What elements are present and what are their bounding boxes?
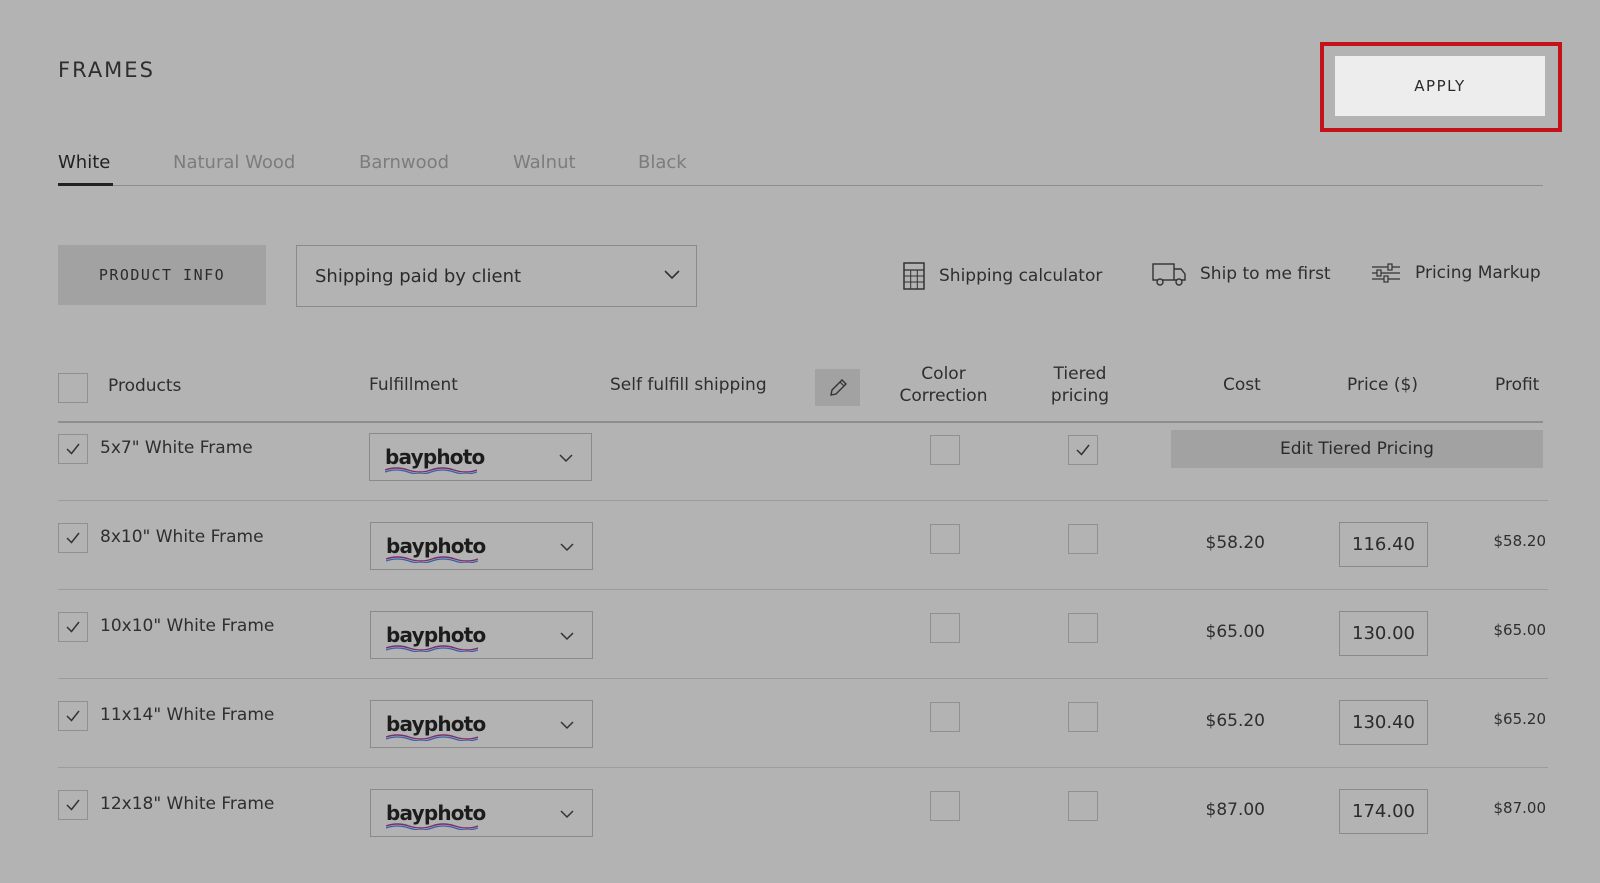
- tiered-pricing-checkbox[interactable]: [1068, 524, 1098, 554]
- fulfillment-vendor-select[interactable]: bayphoto: [370, 611, 593, 659]
- chevron-down-icon: [559, 454, 573, 463]
- profit-value: $87.00: [1493, 799, 1547, 817]
- checkmark-icon: [66, 443, 80, 455]
- header-tiered-pricing-line1: Tiered: [1053, 364, 1107, 384]
- tab-bar: White Natural Wood Barnwood Walnut Black: [58, 150, 1543, 186]
- header-profit: Profit: [1495, 375, 1540, 395]
- color-correction-checkbox[interactable]: [930, 524, 960, 554]
- table-row: 10x10" White Frame bayphoto $65.00 130.0…: [0, 590, 1600, 679]
- profit-value: $65.20: [1493, 710, 1547, 728]
- active-tab-indicator: [58, 183, 113, 186]
- row-select-checkbox[interactable]: [58, 612, 88, 642]
- bayphoto-logo: bayphoto: [385, 445, 485, 474]
- truck-icon: [1152, 263, 1186, 286]
- bayphoto-logo: bayphoto: [386, 801, 486, 830]
- chevron-down-icon: [560, 543, 574, 552]
- header-tiered-pricing: Tiered pricing: [1040, 363, 1120, 407]
- select-all-checkbox[interactable]: [58, 373, 88, 403]
- color-correction-checkbox[interactable]: [930, 702, 960, 732]
- tiered-pricing-checkbox[interactable]: [1068, 613, 1098, 643]
- profit-value: $58.20: [1493, 532, 1547, 550]
- checkmark-icon: [1076, 444, 1090, 456]
- fulfillment-vendor-select[interactable]: bayphoto: [370, 789, 593, 837]
- bayphoto-logo: bayphoto: [386, 534, 486, 563]
- tab-natural-wood[interactable]: Natural Wood: [173, 152, 295, 173]
- header-products: Products: [108, 376, 182, 396]
- edit-tiered-pricing-button[interactable]: Edit Tiered Pricing: [1171, 430, 1543, 468]
- shipping-calculator-label: Shipping calculator: [939, 266, 1103, 286]
- cost-value: $65.00: [1205, 622, 1265, 642]
- color-correction-checkbox[interactable]: [930, 613, 960, 643]
- tab-walnut[interactable]: Walnut: [513, 152, 576, 173]
- checkmark-icon: [66, 621, 80, 633]
- checkmark-icon: [66, 799, 80, 811]
- checkmark-icon: [66, 532, 80, 544]
- tab-barnwood[interactable]: Barnwood: [359, 152, 449, 173]
- pricing-markup-link[interactable]: Pricing Markup: [1371, 262, 1541, 284]
- pencil-icon: [829, 378, 847, 396]
- chevron-down-icon: [560, 721, 574, 730]
- header-color-correction: Color Correction: [896, 363, 991, 407]
- cost-value: $65.20: [1205, 711, 1265, 731]
- chevron-down-icon: [664, 270, 680, 280]
- apply-button[interactable]: APPLY: [1335, 56, 1545, 116]
- header-cost: Cost: [1223, 375, 1261, 395]
- page-title: FRAMES: [58, 58, 155, 82]
- sliders-icon: [1372, 263, 1400, 283]
- row-select-checkbox[interactable]: [58, 790, 88, 820]
- shipping-calculator-link[interactable]: Shipping calculator: [903, 262, 1102, 290]
- cost-value: $58.20: [1205, 533, 1265, 553]
- product-name: 12x18" White Frame: [100, 794, 275, 814]
- row-select-checkbox[interactable]: [58, 434, 88, 464]
- calculator-icon: [903, 262, 925, 290]
- product-name: 10x10" White Frame: [100, 616, 275, 636]
- table-row: 11x14" White Frame bayphoto $65.20 130.4…: [0, 679, 1600, 768]
- tab-white[interactable]: White: [58, 152, 110, 173]
- pricing-markup-label: Pricing Markup: [1415, 263, 1541, 283]
- fulfillment-vendor-select[interactable]: bayphoto: [370, 522, 593, 570]
- tiered-pricing-checkbox[interactable]: [1068, 435, 1098, 465]
- chevron-down-icon: [560, 632, 574, 641]
- color-correction-checkbox[interactable]: [930, 791, 960, 821]
- bayphoto-logo: bayphoto: [386, 712, 486, 741]
- header-tiered-pricing-line2: pricing: [1050, 386, 1110, 406]
- header-color-correction-line2: Correction: [899, 386, 988, 406]
- price-input[interactable]: 174.00: [1339, 789, 1428, 834]
- header-self-fulfill-shipping: Self fulfill shipping: [610, 375, 767, 395]
- price-input[interactable]: 116.40: [1339, 522, 1428, 567]
- price-input[interactable]: 130.40: [1339, 700, 1428, 745]
- cost-value: $87.00: [1205, 800, 1265, 820]
- table-row: 8x10" White Frame bayphoto $58.20 116.40…: [0, 501, 1600, 590]
- chevron-down-icon: [560, 810, 574, 819]
- tiered-pricing-checkbox[interactable]: [1068, 702, 1098, 732]
- table-row: 12x18" White Frame bayphoto $87.00 174.0…: [0, 768, 1600, 857]
- fulfillment-vendor-select[interactable]: bayphoto: [369, 433, 592, 481]
- ship-to-me-first-label: Ship to me first: [1200, 264, 1331, 284]
- color-correction-checkbox[interactable]: [930, 435, 960, 465]
- product-name: 11x14" White Frame: [100, 705, 275, 725]
- product-name: 5x7" White Frame: [100, 438, 253, 458]
- fulfillment-vendor-select[interactable]: bayphoto: [370, 700, 593, 748]
- row-select-checkbox[interactable]: [58, 701, 88, 731]
- header-fulfillment: Fulfillment: [369, 375, 458, 395]
- shipping-select[interactable]: Shipping paid by client: [296, 245, 697, 307]
- bayphoto-logo: bayphoto: [386, 623, 486, 652]
- product-info-button[interactable]: PRODUCT INFO: [58, 245, 266, 305]
- edit-pencil-button[interactable]: [815, 369, 860, 406]
- price-input[interactable]: 130.00: [1339, 611, 1428, 656]
- ship-to-me-first-link[interactable]: Ship to me first: [1152, 262, 1331, 286]
- shipping-select-value: Shipping paid by client: [315, 265, 522, 287]
- tiered-pricing-checkbox[interactable]: [1068, 791, 1098, 821]
- checkmark-icon: [66, 710, 80, 722]
- row-select-checkbox[interactable]: [58, 523, 88, 553]
- product-name: 8x10" White Frame: [100, 527, 264, 547]
- profit-value: $65.00: [1493, 621, 1547, 639]
- tab-black[interactable]: Black: [638, 152, 687, 173]
- header-color-correction-line1: Color: [921, 364, 966, 384]
- header-price: Price ($): [1347, 375, 1418, 395]
